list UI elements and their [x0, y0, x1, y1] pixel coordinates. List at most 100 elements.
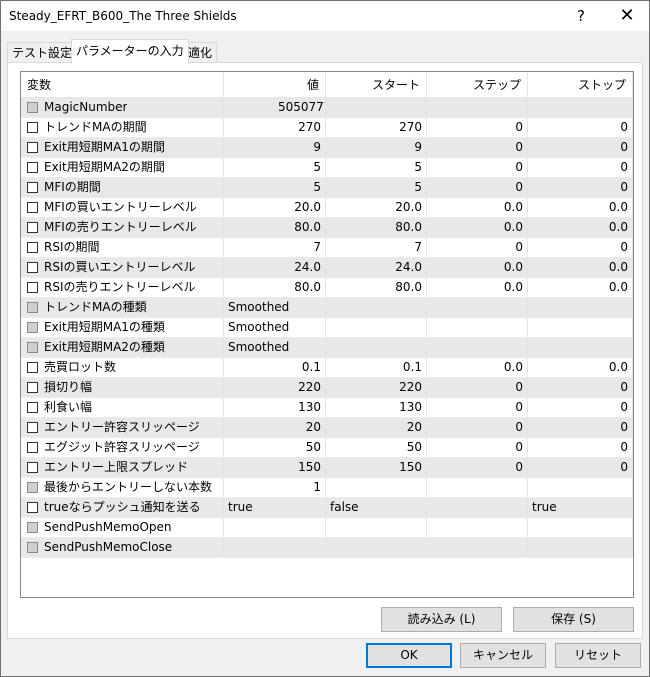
param-step-cell[interactable]: 0	[427, 418, 528, 438]
param-step-cell[interactable]	[427, 478, 528, 498]
param-value-cell[interactable]: 130	[224, 398, 326, 418]
table-row[interactable]: RSIの期間 7 7 0 0	[21, 238, 633, 258]
optimize-checkbox[interactable]	[27, 362, 38, 373]
optimize-checkbox[interactable]	[27, 222, 38, 233]
param-stop-cell[interactable]: 0	[528, 398, 633, 418]
param-stop-cell[interactable]	[528, 318, 633, 338]
optimize-checkbox[interactable]	[27, 242, 38, 253]
param-stop-cell[interactable]: 0.0	[528, 218, 633, 238]
column-header-value[interactable]: 値	[224, 72, 326, 98]
param-start-cell[interactable]	[326, 478, 427, 498]
table-row[interactable]: エントリー許容スリッページ 20 20 0 0	[21, 418, 633, 438]
optimize-checkbox[interactable]	[27, 422, 38, 433]
optimize-checkbox[interactable]	[27, 282, 38, 293]
table-row[interactable]: Exit用短期MA1の期間 9 9 0 0	[21, 138, 633, 158]
param-value-cell[interactable]: 150	[224, 458, 326, 478]
param-step-cell[interactable]: 0.0	[427, 278, 528, 298]
param-stop-cell[interactable]: 0.0	[528, 278, 633, 298]
table-row[interactable]: トレンドMAの期間 270 270 0 0	[21, 118, 633, 138]
param-start-cell[interactable]	[326, 98, 427, 118]
param-step-cell[interactable]: 0.0	[427, 258, 528, 278]
param-start-cell[interactable]: 270	[326, 118, 427, 138]
param-step-cell[interactable]: 0	[427, 118, 528, 138]
table-row[interactable]: トレンドMAの種類 Smoothed	[21, 298, 633, 318]
table-row[interactable]: MagicNumber 5050777	[21, 98, 633, 118]
param-step-cell[interactable]: 0	[427, 238, 528, 258]
param-stop-cell[interactable]	[528, 538, 633, 558]
optimize-checkbox[interactable]	[27, 122, 38, 133]
param-stop-cell[interactable]: 0.0	[528, 258, 633, 278]
param-value-cell[interactable]: 270	[224, 118, 326, 138]
param-stop-cell[interactable]	[528, 518, 633, 538]
param-start-cell[interactable]: 50	[326, 438, 427, 458]
save-button[interactable]: 保存 (S)	[513, 607, 634, 632]
tab-test-settings[interactable]: テスト設定	[7, 42, 78, 63]
cancel-button[interactable]: キャンセル	[460, 643, 546, 668]
param-start-cell[interactable]: 0.1	[326, 358, 427, 378]
optimize-checkbox[interactable]	[27, 462, 38, 473]
param-value-cell[interactable]	[224, 518, 326, 538]
param-stop-cell[interactable]	[528, 478, 633, 498]
param-step-cell[interactable]: 0	[427, 158, 528, 178]
param-step-cell[interactable]: 0	[427, 378, 528, 398]
param-start-cell[interactable]	[326, 338, 427, 358]
column-header-variable[interactable]: 変数	[21, 72, 224, 98]
param-step-cell[interactable]	[427, 338, 528, 358]
param-stop-cell[interactable]: 0	[528, 458, 633, 478]
param-stop-cell[interactable]	[528, 98, 633, 118]
param-value-cell[interactable]: 5	[224, 178, 326, 198]
param-value-cell[interactable]: 5050777	[224, 98, 326, 118]
param-stop-cell[interactable]	[528, 338, 633, 358]
param-start-cell[interactable]: 130	[326, 398, 427, 418]
param-step-cell[interactable]	[427, 298, 528, 318]
param-value-cell[interactable]: 9	[224, 138, 326, 158]
param-stop-cell[interactable]: 0	[528, 418, 633, 438]
param-start-cell[interactable]: 7	[326, 238, 427, 258]
table-row[interactable]: RSIの買いエントリーレベル 24.0 24.0 0.0 0.0	[21, 258, 633, 278]
param-value-cell[interactable]: 20.0	[224, 198, 326, 218]
param-stop-cell[interactable]: 0	[528, 438, 633, 458]
param-stop-cell[interactable]: 0	[528, 158, 633, 178]
param-value-cell[interactable]: true	[224, 498, 326, 518]
param-step-cell[interactable]: 0.0	[427, 198, 528, 218]
optimize-checkbox[interactable]	[27, 402, 38, 413]
param-start-cell[interactable]: 80.0	[326, 218, 427, 238]
table-row[interactable]: MFIの期間 5 5 0 0	[21, 178, 633, 198]
close-icon[interactable]: ✕	[604, 1, 650, 31]
optimize-checkbox[interactable]	[27, 202, 38, 213]
optimize-checkbox[interactable]	[27, 182, 38, 193]
param-stop-cell[interactable]: 0	[528, 238, 633, 258]
param-start-cell[interactable]: 24.0	[326, 258, 427, 278]
param-value-cell[interactable]: 0.1	[224, 358, 326, 378]
param-stop-cell[interactable]: 0.0	[528, 358, 633, 378]
optimize-checkbox[interactable]	[27, 382, 38, 393]
param-start-cell[interactable]: 150	[326, 458, 427, 478]
table-row[interactable]: trueならプッシュ通知を送る true false true	[21, 498, 633, 518]
table-row[interactable]: Exit用短期MA2の期間 5 5 0 0	[21, 158, 633, 178]
param-value-cell[interactable]: 80.0	[224, 218, 326, 238]
column-header-stop[interactable]: ストップ	[528, 72, 633, 98]
param-step-cell[interactable]: 0	[427, 458, 528, 478]
table-row[interactable]: RSIの売りエントリーレベル 80.0 80.0 0.0 0.0	[21, 278, 633, 298]
param-start-cell[interactable]: 20.0	[326, 198, 427, 218]
table-row[interactable]: 最後からエントリーしない本数 1	[21, 478, 633, 498]
param-value-cell[interactable]: 220	[224, 378, 326, 398]
param-step-cell[interactable]: 0.0	[427, 218, 528, 238]
param-value-cell[interactable]: 5	[224, 158, 326, 178]
param-step-cell[interactable]	[427, 518, 528, 538]
param-stop-cell[interactable]: true	[528, 498, 633, 518]
column-header-step[interactable]: ステップ	[427, 72, 528, 98]
table-row[interactable]: 利食い幅 130 130 0 0	[21, 398, 633, 418]
param-step-cell[interactable]: 0	[427, 398, 528, 418]
param-step-cell[interactable]: 0.0	[427, 358, 528, 378]
param-start-cell[interactable]: false	[326, 498, 427, 518]
optimize-checkbox[interactable]	[27, 142, 38, 153]
optimize-checkbox[interactable]	[27, 502, 38, 513]
param-value-cell[interactable]: Smoothed	[224, 338, 326, 358]
tab-parameters[interactable]: パラメーターの入力	[71, 39, 189, 64]
param-stop-cell[interactable]: 0	[528, 178, 633, 198]
param-step-cell[interactable]: 0	[427, 178, 528, 198]
param-start-cell[interactable]: 5	[326, 158, 427, 178]
param-start-cell[interactable]	[326, 518, 427, 538]
param-value-cell[interactable]: 24.0	[224, 258, 326, 278]
